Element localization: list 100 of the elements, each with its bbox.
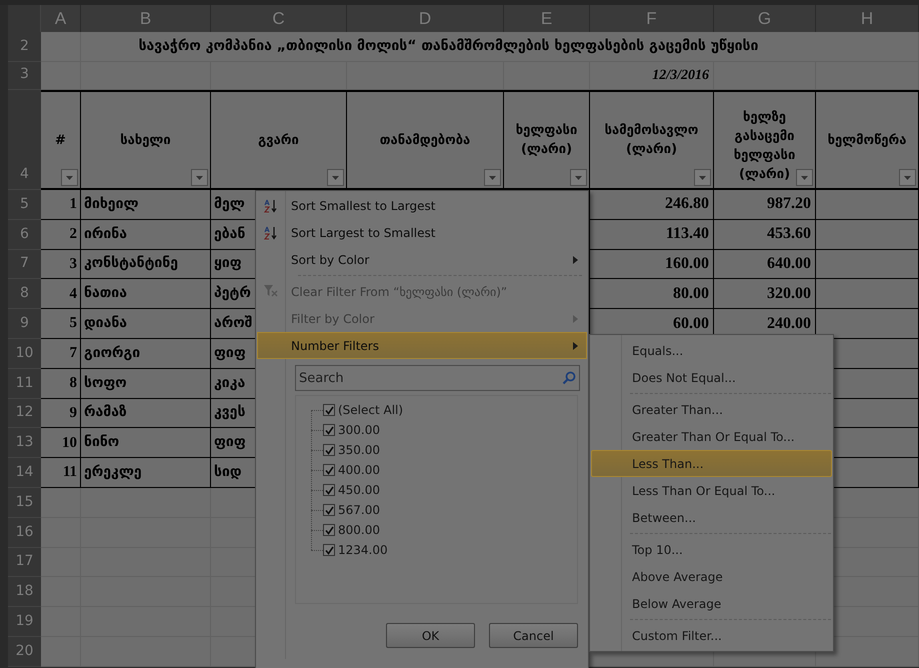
search-field[interactable]: Search [295, 365, 580, 391]
row-header[interactable]: 15 [8, 488, 41, 518]
check-icon [324, 486, 334, 494]
column-header[interactable]: A [41, 5, 81, 32]
filter-dropdown-button[interactable] [570, 169, 587, 186]
caret-down-icon [801, 176, 808, 180]
table-cell: 10 [41, 428, 81, 458]
submenu-arrow-icon [573, 314, 578, 322]
table-cell [41, 636, 81, 667]
table-cell: ნათია [81, 279, 211, 310]
filter-dropdown-button[interactable] [899, 169, 916, 186]
row-header[interactable]: 13 [8, 428, 41, 458]
table-cell: 9 [41, 398, 81, 428]
row-header[interactable]: 4 [8, 90, 41, 190]
column-header[interactable]: D [347, 5, 504, 32]
table-cell [41, 577, 81, 608]
row-header[interactable]: 20 [8, 636, 41, 667]
checkbox[interactable] [323, 404, 335, 416]
header-label: # [55, 132, 66, 150]
dialog-button[interactable]: Cancel [489, 623, 578, 648]
checkbox[interactable] [323, 504, 335, 516]
row-header[interactable]: 7 [8, 250, 41, 280]
header-label: ხელფასი (ლარი) [514, 122, 578, 159]
checkbox[interactable] [323, 424, 335, 436]
row-header[interactable]: 3 [8, 62, 41, 90]
menu-item[interactable]: Below Average [591, 590, 832, 617]
checkbox-label: 800.00 [338, 522, 380, 539]
filter-dropdown-button[interactable] [694, 169, 711, 186]
caret-down-icon [332, 176, 339, 180]
menu-item[interactable]: Less Than... [591, 450, 832, 477]
table-cell: 12/3/2016 [590, 62, 714, 90]
dialog-button[interactable]: OK [386, 623, 475, 648]
table-cell: 246.80 [590, 190, 714, 220]
row-header[interactable]: 8 [8, 279, 41, 310]
filter-dropdown-button[interactable] [61, 169, 78, 186]
funnel-cross-icon [263, 284, 278, 298]
check-icon [324, 506, 334, 514]
search-icon [562, 371, 576, 385]
sort-ascending-icon [263, 198, 279, 214]
header-label: სამემოსავლო (ლარი) [604, 122, 700, 159]
column-header[interactable]: E [504, 5, 590, 32]
column-header[interactable]: C [211, 5, 347, 32]
row-header[interactable]: 14 [8, 458, 41, 488]
menu-item[interactable]: Does Not Equal... [591, 364, 832, 391]
menu-item[interactable]: Above Average [591, 563, 832, 590]
menu-item[interactable]: Between... [591, 504, 832, 531]
table-cell: 160.00 [590, 250, 714, 280]
menu-item[interactable]: Less Than Or Equal To... [591, 477, 832, 504]
filter-dropdown-button[interactable] [796, 169, 813, 186]
menu-item[interactable]: Greater Than Or Equal To... [591, 423, 832, 450]
checkbox[interactable] [323, 464, 335, 476]
table-cell: 8 [41, 368, 81, 399]
column-header[interactable]: F [590, 5, 714, 32]
row-header[interactable]: 2 [8, 32, 41, 62]
table-cell: გიორგი [81, 338, 211, 369]
table-cell: 11 [41, 458, 81, 488]
table-cell: 2 [41, 220, 81, 250]
menu-item[interactable]: Equals... [591, 337, 832, 364]
table-cell: 640.00 [714, 250, 816, 280]
filter-dropdown-button[interactable] [327, 169, 344, 186]
menu-item[interactable]: Greater Than... [591, 396, 832, 423]
table-cell: 4 [41, 279, 81, 310]
row-header[interactable]: 16 [8, 518, 41, 548]
header-label: ხელმოწერა [828, 132, 906, 150]
row-header[interactable]: 19 [8, 607, 41, 637]
check-icon [324, 466, 334, 474]
row-header[interactable]: 17 [8, 548, 41, 578]
checkbox[interactable] [323, 444, 335, 456]
table-cell [41, 607, 81, 637]
menu-item[interactable]: Top 10... [591, 536, 832, 563]
column-header[interactable]: G [714, 5, 816, 32]
filter-dropdown-button[interactable] [484, 169, 501, 186]
header-label: გვარი [258, 132, 299, 150]
row-header[interactable]: 9 [8, 309, 41, 339]
checkbox[interactable] [323, 524, 335, 536]
check-icon [324, 446, 334, 454]
check-icon [324, 526, 334, 534]
caret-down-icon [575, 176, 582, 180]
row-header[interactable]: 5 [8, 190, 41, 220]
table-cell [41, 488, 81, 518]
table-cell: ნინო [81, 428, 211, 458]
checkbox[interactable] [323, 544, 335, 556]
row-header[interactable]: 18 [8, 577, 41, 608]
row-header[interactable]: 11 [8, 368, 41, 399]
column-header[interactable]: H [816, 5, 919, 32]
filter-dropdown-button[interactable] [191, 169, 208, 186]
header-label: სახელი [120, 132, 171, 150]
caret-down-icon [489, 176, 496, 180]
title-cell: სავაჭრო კომპანია „თბილისი მოლის“ თანამშრომლების ხელფასების გაცემის უწყისი [81, 32, 816, 62]
table-cell: კონსტანტინე [81, 250, 211, 280]
table-cell: 7 [41, 338, 81, 369]
checkbox-label: 1234.00 [338, 542, 388, 559]
menu-item[interactable]: Custom Filter... [591, 622, 832, 649]
menu-item[interactable]: Number Filters [257, 332, 587, 359]
row-header[interactable]: 6 [8, 220, 41, 250]
row-header[interactable]: 12 [8, 398, 41, 428]
caret-down-icon [196, 176, 203, 180]
column-header[interactable]: B [81, 5, 211, 32]
row-header[interactable]: 10 [8, 338, 41, 369]
checkbox[interactable] [323, 484, 335, 496]
